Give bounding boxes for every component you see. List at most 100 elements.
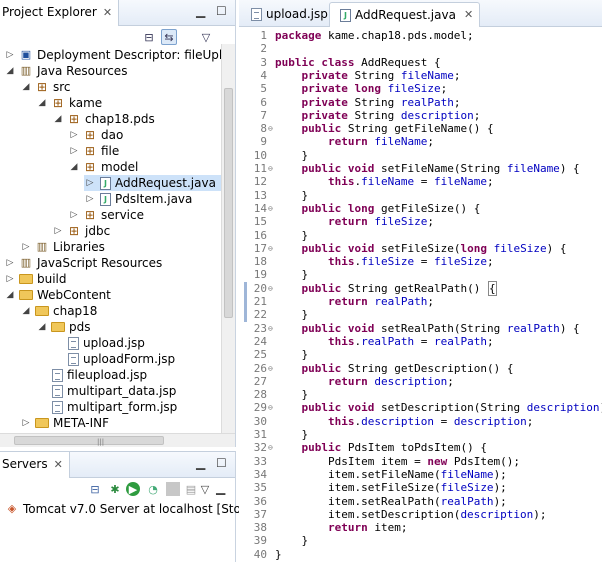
profile-icon[interactable]: ◔ bbox=[146, 482, 160, 496]
tree-item[interactable]: ▷ J AddRequest.java bbox=[84, 175, 221, 191]
fold-toggle-icon[interactable]: ⊖ bbox=[268, 282, 275, 295]
tree-item[interactable]: ◢ ▥ Java Resources bbox=[4, 63, 128, 79]
collapse-arrow-icon[interactable]: ◢ bbox=[20, 79, 32, 95]
fold-toggle-icon[interactable]: ⊖ bbox=[268, 322, 275, 335]
tree-item[interactable]: ◢ ⊞ src bbox=[20, 79, 71, 95]
tree-item[interactable]: ▷ ▥ Libraries bbox=[20, 239, 105, 255]
tree-item[interactable]: multipart_data.jsp bbox=[36, 383, 176, 399]
expand-arrow-icon[interactable]: ▷ bbox=[84, 175, 96, 191]
tree-item[interactable]: multipart_form.jsp bbox=[36, 399, 177, 415]
folder-icon bbox=[19, 290, 33, 300]
expand-arrow-icon[interactable]: ▷ bbox=[20, 415, 32, 431]
minimize-icon[interactable]: ▁ bbox=[196, 456, 205, 470]
stop-server-icon[interactable] bbox=[166, 482, 180, 496]
tree-item[interactable]: fileupload.jsp bbox=[36, 367, 147, 383]
maximize-icon[interactable]: ☐ bbox=[216, 4, 227, 18]
code-line: PdsItem item = new PdsItem(); bbox=[275, 454, 521, 468]
tree-item[interactable]: ▷ ⊞ file bbox=[68, 143, 120, 159]
collapse-arrow-icon[interactable]: ◢ bbox=[68, 159, 80, 175]
expand-arrow-icon[interactable]: ▷ bbox=[68, 143, 80, 159]
tree-item-label: Deployment Descriptor: fileUpload bbox=[37, 48, 221, 62]
code-area[interactable]: 1 package kame.chap18.pds.model; 2 3 public … bbox=[239, 27, 602, 562]
line-number: 18 bbox=[253, 255, 267, 269]
collapse-arrow-icon[interactable]: ◢ bbox=[52, 111, 64, 127]
tree-item[interactable]: ▷ ⊞ jdbc bbox=[52, 223, 111, 239]
close-icon[interactable]: ✕ bbox=[54, 458, 63, 471]
expand-arrow-icon[interactable]: ▷ bbox=[84, 191, 96, 207]
line-number: 14 bbox=[253, 201, 267, 215]
fold-toggle-icon[interactable]: ⊖ bbox=[268, 441, 275, 454]
debug-icon[interactable]: ✱ bbox=[108, 482, 122, 496]
tree-item[interactable]: ◢ ⊞ kame bbox=[36, 95, 103, 111]
expand-arrow-icon[interactable]: ▷ bbox=[20, 239, 32, 255]
tree-item[interactable]: ▷ ⊞ service bbox=[68, 207, 144, 223]
tree-item[interactable]: ▷ ⊞ dao bbox=[68, 127, 124, 143]
collapse-arrow-icon[interactable]: ◢ bbox=[4, 63, 16, 79]
tab-project-explorer[interactable]: Project Explorer ✕ bbox=[0, 0, 120, 26]
package-icon: ⊞ bbox=[52, 96, 64, 110]
code-line: } bbox=[275, 268, 309, 282]
collapse-arrow-icon[interactable]: ◢ bbox=[4, 287, 16, 303]
tree-item[interactable]: ▷ ▣ Deployment Descriptor: fileUpload bbox=[4, 47, 221, 63]
minimize-icon[interactable]: ▁ bbox=[196, 4, 205, 18]
code-line: } bbox=[275, 428, 309, 441]
fold-toggle-icon[interactable]: ⊖ bbox=[268, 242, 275, 255]
tab-addrequest-java[interactable]: J AddRequest.java ✕ bbox=[329, 2, 481, 27]
collapse-arrow-icon[interactable]: ◢ bbox=[36, 95, 48, 111]
expand-arrow-icon[interactable]: ▷ bbox=[4, 47, 16, 63]
tree-item[interactable]: ▷ build bbox=[4, 271, 67, 287]
grip-icon: ||| bbox=[97, 438, 105, 446]
view-menu-icon[interactable]: ▽ bbox=[198, 29, 214, 45]
fold-toggle-icon[interactable]: ⊖ bbox=[268, 122, 275, 135]
expand-arrow-icon[interactable]: ▷ bbox=[4, 271, 16, 287]
tree-item[interactable]: ◢ ⊞ model bbox=[68, 159, 139, 175]
link-with-editor-icon[interactable]: ⇆ bbox=[161, 29, 177, 45]
code-line: public class AddRequest { bbox=[275, 55, 441, 69]
jsp-file-icon bbox=[68, 352, 79, 366]
expand-arrow-icon[interactable]: ▷ bbox=[52, 223, 64, 239]
tree-item[interactable]: ◢ pds bbox=[36, 319, 91, 335]
tree-item[interactable]: ◢ ⊞ chap18.pds bbox=[52, 111, 155, 127]
library-icon: ▥ bbox=[36, 240, 48, 253]
minimize-icon[interactable]: ▁ bbox=[216, 481, 225, 495]
expand-arrow-icon[interactable]: ▷ bbox=[68, 127, 80, 143]
tree-item[interactable]: ◢ WebContent bbox=[4, 287, 111, 303]
fold-toggle-icon[interactable]: ⊖ bbox=[268, 202, 275, 215]
tree-item[interactable]: ▷ ▥ JavaScript Resources bbox=[4, 255, 163, 271]
expand-arrow-icon[interactable]: ▷ bbox=[4, 255, 16, 271]
maximize-icon[interactable]: ☐ bbox=[216, 456, 227, 470]
expand-arrow-icon[interactable]: ▷ bbox=[68, 207, 80, 223]
tree-item-label: service bbox=[101, 208, 144, 222]
scrollbar-thumb[interactable]: ||| bbox=[14, 436, 164, 446]
vertical-scrollbar[interactable] bbox=[221, 44, 235, 433]
fold-toggle-icon[interactable]: ⊖ bbox=[268, 401, 275, 414]
fold-toggle-icon[interactable]: ⊖ bbox=[268, 362, 275, 375]
library-icon: ▥ bbox=[20, 256, 32, 269]
tab-servers[interactable]: Servers ✕ bbox=[0, 452, 70, 478]
tree-item[interactable]: upload.jsp bbox=[52, 335, 145, 351]
collapse-arrow-icon[interactable]: ◢ bbox=[20, 303, 32, 319]
collapse-all-icon[interactable]: ⊟ bbox=[141, 29, 157, 45]
tree-item[interactable]: ◢ chap18 bbox=[20, 303, 98, 319]
collapse-all-icon[interactable]: ⊟ bbox=[88, 482, 102, 496]
tree-item[interactable]: ▷ J PdsItem.java bbox=[84, 191, 193, 207]
line-number: 27 bbox=[253, 374, 267, 388]
fold-toggle-icon[interactable]: ⊖ bbox=[268, 162, 275, 175]
scrollbar-thumb[interactable] bbox=[224, 88, 233, 318]
publish-icon[interactable]: ▤ bbox=[184, 482, 198, 496]
tab-upload-jsp[interactable]: upload.jsp bbox=[241, 2, 334, 27]
horizontal-scrollbar[interactable]: ||| bbox=[0, 433, 235, 447]
current-block-marker bbox=[244, 281, 247, 322]
collapse-arrow-icon[interactable]: ◢ bbox=[36, 319, 48, 335]
close-icon[interactable]: ✕ bbox=[464, 8, 473, 21]
start-server-icon[interactable]: ▶ bbox=[126, 482, 140, 496]
tree-item-label: chap18.pds bbox=[85, 112, 155, 126]
package-icon: ⊞ bbox=[68, 112, 80, 126]
line-number: 13 bbox=[253, 188, 267, 202]
close-icon[interactable]: ✕ bbox=[103, 6, 112, 19]
code-line: return realPath; bbox=[327, 295, 434, 308]
view-menu-icon[interactable]: ▽ bbox=[198, 482, 212, 496]
tree-item-label: META-INF bbox=[53, 416, 110, 430]
tree-item[interactable]: ▷ META-INF bbox=[20, 415, 110, 431]
tree-item[interactable]: uploadForm.jsp bbox=[52, 351, 175, 367]
